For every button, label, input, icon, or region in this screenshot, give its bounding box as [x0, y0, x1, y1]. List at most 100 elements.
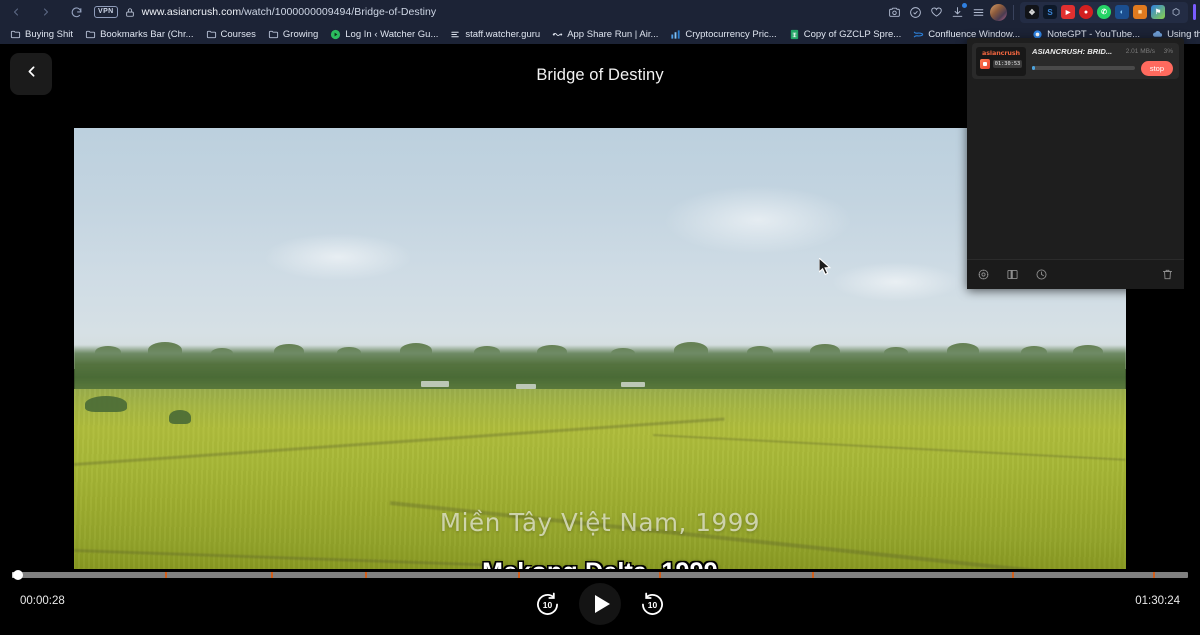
- download-manager-panel: asiancrush 01:30:53 ASIANCRUSH: BRID... …: [967, 38, 1184, 289]
- chapter-marker[interactable]: [164, 572, 167, 578]
- cloud-shape: [263, 233, 414, 282]
- progress-bar[interactable]: [12, 570, 1188, 580]
- download-list-empty-area: [967, 79, 1184, 259]
- sidebar-handle[interactable]: [1193, 4, 1196, 20]
- site-chart-icon: [670, 29, 681, 40]
- download-progress-fill: [1032, 66, 1036, 70]
- play-button[interactable]: [579, 583, 621, 625]
- rewind-10-icon[interactable]: 10: [534, 591, 561, 618]
- site-sheets-icon: [789, 29, 800, 40]
- history-clock-icon[interactable]: [1035, 268, 1048, 281]
- bookmark-item[interactable]: Courses: [201, 27, 261, 42]
- extension-gradient-icon[interactable]: ⚑: [1151, 5, 1165, 19]
- lock-icon: [125, 7, 135, 18]
- extension-whatsapp-icon[interactable]: ✆: [1097, 5, 1111, 19]
- village-house: [621, 382, 646, 388]
- folder-icon: [85, 29, 96, 40]
- folder-icon: [206, 29, 217, 40]
- bookmark-label: Log In ‹ Watcher Gu...: [345, 28, 439, 40]
- forward-amount-label: 10: [647, 600, 658, 610]
- extension-shield-outline-icon[interactable]: ⬡: [1169, 5, 1183, 19]
- screenshot-icon[interactable]: [885, 3, 904, 22]
- video-badge-icon: [979, 58, 990, 69]
- download-header-row: ASIANCRUSH: BRID... 2.01 MB/s 3%: [1032, 47, 1173, 56]
- extension-drop-red-icon[interactable]: ●: [1079, 5, 1093, 19]
- village-house: [421, 381, 450, 388]
- chapter-marker[interactable]: [270, 572, 273, 578]
- bookmark-item[interactable]: Buying Shit: [5, 27, 78, 42]
- progress-knob[interactable]: [12, 570, 23, 580]
- extension-s-icon[interactable]: S: [1043, 5, 1057, 19]
- chapter-marker[interactable]: [364, 572, 367, 578]
- settings-gear-icon[interactable]: [977, 268, 990, 281]
- toolbar-divider: [1013, 4, 1014, 20]
- player-controls: 00:00:28 01:30:24 10 10: [0, 569, 1200, 635]
- download-info: ASIANCRUSH: BRID... 2.01 MB/s 3% stop: [1032, 47, 1173, 76]
- chapter-marker[interactable]: [811, 572, 814, 578]
- download-title: ASIANCRUSH: BRID...: [1032, 46, 1113, 56]
- bookmark-label: Cryptocurrency Pric...: [685, 28, 777, 40]
- extensions-group: ❖ S ▶ ● ✆ ◐ ■ ⚑ ⬡: [1020, 1, 1188, 23]
- url-path: /watch/1000000009494/Bridge-of-Destiny: [241, 6, 437, 18]
- video-player-page: VPN www.asiancrush.com/watch/10000000094…: [0, 0, 1200, 635]
- rewind-amount-label: 10: [542, 600, 553, 610]
- download-progress-bar[interactable]: [1032, 66, 1135, 70]
- menu-icon[interactable]: [969, 3, 988, 22]
- download-percent: 3%: [1163, 47, 1173, 55]
- download-item[interactable]: asiancrush 01:30:53 ASIANCRUSH: BRID... …: [972, 43, 1179, 79]
- foreground-shrub: [84, 395, 127, 412]
- bookmark-item[interactable]: Cryptocurrency Pric...: [665, 27, 781, 42]
- extension-dark-icon[interactable]: ❖: [1025, 5, 1039, 19]
- bookmark-item[interactable]: Copy of GZCLP Spre...: [784, 27, 907, 42]
- thumbnail-duration-label: 01:30:53: [992, 59, 1023, 68]
- bookmark-label: Growing: [282, 28, 319, 40]
- extension-shield-red-icon[interactable]: ▶: [1061, 5, 1075, 19]
- stop-button[interactable]: stop: [1140, 60, 1173, 76]
- folder-icon: [10, 29, 21, 40]
- forward-10-icon[interactable]: 10: [639, 591, 666, 618]
- extension-orange-icon[interactable]: ■: [1133, 5, 1147, 19]
- reload-icon[interactable]: [66, 2, 86, 22]
- download-speed: 2.01 MB/s: [1125, 47, 1155, 55]
- profile-avatar[interactable]: [990, 3, 1007, 21]
- url-host: www.asiancrush.com: [141, 6, 242, 18]
- bookmark-label: App Share Run | Air...: [567, 28, 659, 40]
- cloud-shape: [831, 261, 962, 302]
- forward-arrow-icon[interactable]: [36, 2, 56, 22]
- heart-icon[interactable]: [927, 3, 946, 22]
- chapter-marker[interactable]: [517, 572, 520, 578]
- layout-panel-icon[interactable]: [1006, 268, 1019, 281]
- mouse-pointer: [818, 256, 832, 281]
- foreground-shrub: [168, 410, 191, 425]
- address-bar[interactable]: www.asiancrush.com/watch/1000000009494/B…: [142, 6, 437, 18]
- download-progress-row: stop: [1032, 60, 1173, 76]
- site-list-icon: [450, 29, 461, 40]
- cloud-shape: [663, 185, 854, 256]
- village-house: [515, 383, 536, 389]
- bookmark-item[interactable]: Growing: [263, 27, 323, 42]
- bookmark-label: Bookmarks Bar (Chr...: [100, 28, 194, 40]
- folder-icon: [268, 29, 279, 40]
- thumbnail-meta: 01:30:53: [979, 58, 1023, 69]
- bookmark-label: Buying Shit: [25, 28, 74, 40]
- transport-controls: 10 10: [0, 583, 1200, 625]
- trash-icon[interactable]: [1161, 268, 1174, 281]
- chapter-marker[interactable]: [1011, 572, 1014, 578]
- play-icon: [594, 595, 610, 613]
- downloads-icon[interactable]: [948, 2, 967, 22]
- chapter-marker[interactable]: [658, 572, 661, 578]
- bookmark-label: Copy of GZCLP Spre...: [803, 28, 902, 40]
- bookmark-item[interactable]: App Share Run | Air...: [547, 27, 663, 42]
- bookmark-item[interactable]: Bookmarks Bar (Chr...: [80, 27, 198, 42]
- bookmark-item[interactable]: staff.watcher.guru: [445, 27, 545, 42]
- shield-check-icon[interactable]: [906, 3, 925, 22]
- site-green-icon: [330, 29, 341, 40]
- extension-blue-icon[interactable]: ◐: [1115, 5, 1129, 19]
- vpn-badge[interactable]: VPN: [94, 6, 118, 18]
- site-confluence-icon: [913, 29, 924, 40]
- download-panel-footer: [967, 259, 1184, 289]
- bookmark-label: staff.watcher.guru: [465, 28, 541, 40]
- back-arrow-icon[interactable]: [6, 2, 26, 22]
- chapter-marker[interactable]: [1152, 572, 1155, 578]
- bookmark-item[interactable]: Log In ‹ Watcher Gu...: [325, 27, 443, 42]
